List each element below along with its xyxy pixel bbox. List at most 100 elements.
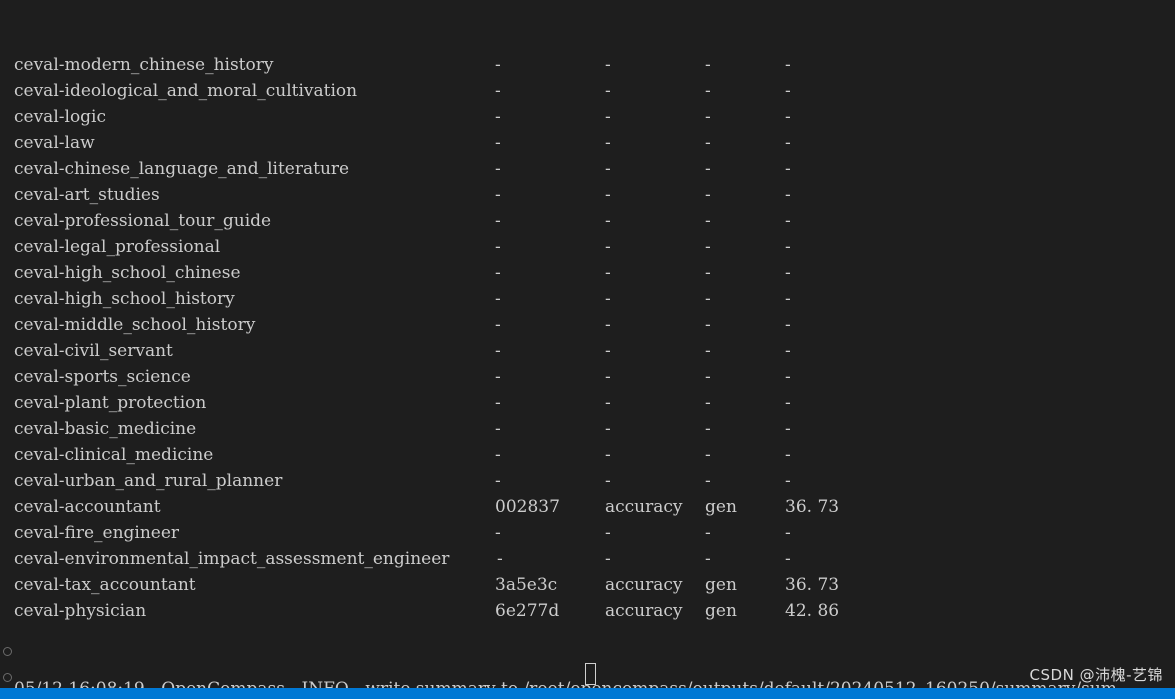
- cell-score: -: [785, 315, 791, 335]
- cell-mode: gen: [705, 575, 737, 595]
- cell-mode: -: [705, 445, 711, 465]
- table-row: ceval-clinical_medicine - - - -: [0, 442, 1175, 468]
- table-row: ceval-fire_engineer - - - -: [0, 520, 1175, 546]
- cell-mode: -: [705, 107, 711, 127]
- cell-mode: -: [705, 549, 711, 569]
- cell-version: -: [495, 523, 501, 543]
- cell-mode: -: [705, 523, 711, 543]
- cell-mode: -: [705, 263, 711, 283]
- cell-metric: -: [605, 55, 611, 75]
- cell-metric: -: [605, 523, 611, 543]
- cell-name: ceval-chinese_language_and_literature: [14, 159, 350, 179]
- cell-metric: -: [605, 81, 611, 101]
- cell-mode: -: [705, 419, 711, 439]
- cell-mode: -: [705, 185, 711, 205]
- cell-metric: -: [605, 211, 611, 231]
- cell-version: -: [495, 367, 501, 387]
- cell-score: -: [785, 341, 791, 361]
- cell-mode: -: [705, 393, 711, 413]
- cell-version: -: [497, 549, 503, 569]
- cell-metric: -: [605, 185, 611, 205]
- cell-version: 002837: [495, 497, 560, 517]
- cell-name: ceval-basic_medicine: [14, 419, 197, 439]
- cell-score: -: [785, 55, 791, 75]
- cell-name: ceval-physician: [14, 601, 147, 621]
- terminal-output-area[interactable]: ceval-modern_chinese_history - - - - ceval-id…: [0, 0, 1175, 688]
- cell-version: 3a5e3c: [495, 575, 558, 595]
- cell-score: -: [785, 263, 791, 283]
- cell-score: 36. 73: [785, 575, 840, 595]
- cell-mode: -: [705, 237, 711, 257]
- cell-name: ceval-sports_science: [14, 367, 191, 387]
- cell-score: 42. 86: [785, 601, 840, 621]
- cell-version: 6e277d: [495, 601, 560, 621]
- cell-score: -: [785, 367, 791, 387]
- cell-name: ceval-modern_chinese_history: [14, 55, 274, 75]
- cell-metric: -: [605, 393, 611, 413]
- cell-score: -: [785, 549, 791, 569]
- terminal-window: ceval-modern_chinese_history - - - - ceval-id…: [0, 0, 1175, 699]
- cell-name: ceval-accountant: [14, 497, 161, 517]
- cell-version: -: [495, 237, 501, 257]
- log-message: - write summary to /root/opencompass/out…: [349, 679, 1117, 688]
- cell-version: -: [495, 471, 501, 491]
- cell-version: -: [495, 159, 501, 179]
- table-row: ceval-urban_and_rural_planner - - - -: [0, 468, 1175, 494]
- cell-metric: -: [605, 315, 611, 335]
- cell-metric: -: [605, 419, 611, 439]
- table-row: ceval-modern_chinese_history - - - -: [0, 52, 1175, 78]
- cell-mode: -: [705, 159, 711, 179]
- cell-score: -: [785, 445, 791, 465]
- cell-name: ceval-clinical_medicine: [14, 445, 214, 465]
- cell-name: ceval-fire_engineer: [14, 523, 180, 543]
- cell-mode: gen: [705, 497, 737, 517]
- cell-metric: -: [605, 445, 611, 465]
- cell-metric: -: [605, 471, 611, 491]
- cell-version: -: [495, 315, 501, 335]
- cell-name: ceval-high_school_history: [14, 289, 235, 309]
- table-row: ceval-high_school_chinese - - - -: [0, 260, 1175, 286]
- cell-metric: -: [605, 549, 611, 569]
- cell-version: -: [495, 107, 501, 127]
- command-decoration-marker[interactable]: [3, 647, 12, 656]
- status-bar[interactable]: [0, 688, 1175, 699]
- summary-table: ceval-modern_chinese_history - - - - ceval-id…: [0, 52, 1175, 624]
- table-row: ceval-legal_professional - - - -: [0, 234, 1175, 260]
- csdn-watermark: CSDN @沛槐-艺锦: [1029, 666, 1163, 684]
- cell-score: -: [785, 237, 791, 257]
- log-level-link[interactable]: INFO: [302, 679, 349, 688]
- cell-metric: accuracy: [605, 575, 683, 595]
- cell-name: ceval-legal_professional: [14, 237, 221, 257]
- cell-metric: -: [605, 341, 611, 361]
- table-row: ceval-plant_protection - - - -: [0, 390, 1175, 416]
- cell-score: -: [785, 81, 791, 101]
- cell-score: 36. 73: [785, 497, 840, 517]
- cell-mode: -: [705, 289, 711, 309]
- table-row: ceval-sports_science - - - -: [0, 364, 1175, 390]
- cell-score: -: [785, 185, 791, 205]
- cell-score: -: [785, 133, 791, 153]
- cell-score: -: [785, 393, 791, 413]
- text-cursor: [585, 663, 596, 685]
- table-row: ceval-civil_servant - - - -: [0, 338, 1175, 364]
- cell-version: -: [495, 263, 501, 283]
- cell-score: -: [785, 289, 791, 309]
- cell-name: ceval-plant_protection: [14, 393, 207, 413]
- cell-name: ceval-art_studies: [14, 185, 160, 205]
- cell-version: -: [495, 289, 501, 309]
- table-row: ceval-accountant 002837 accuracy gen 36. 73: [0, 494, 1175, 520]
- table-row: ceval-physician 6e277d accuracy gen 42. 86: [0, 598, 1175, 624]
- cell-version: -: [495, 185, 501, 205]
- cell-name: ceval-logic: [14, 107, 107, 127]
- table-row: ceval-chinese_language_and_literature - - -…: [0, 156, 1175, 182]
- cell-score: -: [785, 471, 791, 491]
- cell-name: ceval-professional_tour_guide: [14, 211, 272, 231]
- cell-version: -: [495, 445, 501, 465]
- cell-score: -: [785, 107, 791, 127]
- cell-version: -: [495, 55, 501, 75]
- cell-name: ceval-environmental_impact_assessment_en…: [14, 549, 450, 569]
- command-decoration-marker[interactable]: [3, 673, 12, 682]
- cell-score: -: [785, 159, 791, 179]
- cell-mode: -: [705, 471, 711, 491]
- cell-name: ceval-tax_accountant: [14, 575, 196, 595]
